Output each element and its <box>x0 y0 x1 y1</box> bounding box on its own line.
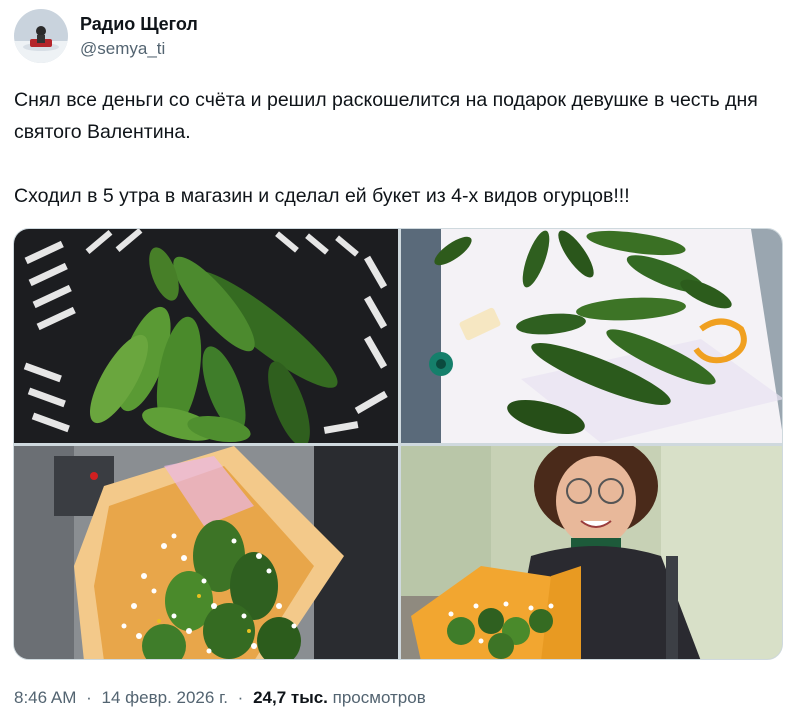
separator-dot: · <box>237 688 244 707</box>
tweet-date[interactable]: 14 февр. 2026 г. <box>102 688 228 707</box>
tweet-meta: 8:46 AM · 14 февр. 2026 г. · 24,7 тыс. п… <box>14 686 426 710</box>
avatar[interactable] <box>14 9 68 63</box>
separator-dot: · <box>86 688 92 707</box>
tweet-header: Радио Щегол @semya_ti <box>14 8 198 64</box>
tweet-paragraph: Сходил в 5 утра в магазин и сделал ей бу… <box>14 185 630 207</box>
tweet-text: Снял все деньги со счёта и решил раскоше… <box>14 84 784 212</box>
woman-holding-bouquet-photo[interactable] <box>401 446 782 659</box>
cucumber-bouquet-photo[interactable] <box>14 446 398 659</box>
author-name[interactable]: Радио Щегол <box>80 12 198 36</box>
tweet-paragraph: Снял все деньги со счёта и решил раскоше… <box>14 89 758 143</box>
cucumbers-on-wrapping-foil-photo[interactable] <box>401 229 782 443</box>
views-count: 24,7 тыс. <box>253 688 328 707</box>
media-grid <box>13 228 783 660</box>
author-handle[interactable]: @semya_ti <box>80 38 198 60</box>
cucumbers-in-basket-photo[interactable] <box>14 229 398 443</box>
views-label: просмотров <box>332 688 426 707</box>
tweet-time[interactable]: 8:46 AM <box>14 688 76 707</box>
